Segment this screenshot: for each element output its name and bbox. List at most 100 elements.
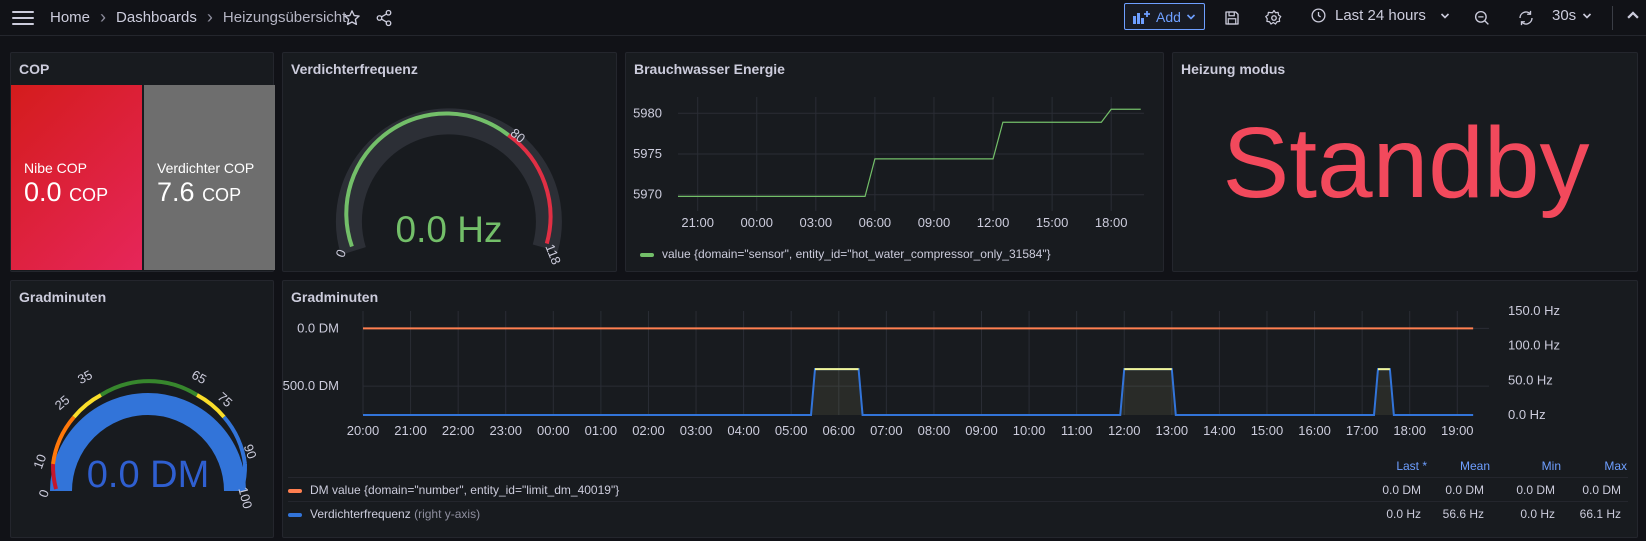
refresh-interval-picker[interactable]: 30s: [1552, 7, 1592, 24]
add-panel-icon: [1133, 10, 1151, 24]
stat-value: 7.6 COP: [157, 177, 242, 207]
legend-row[interactable]: DM value {domain="number", entity_id="li…: [288, 477, 1628, 499]
x-tick-label: 03:00: [680, 423, 713, 438]
legend-label: value {domain="sensor", entity_id="hot_w…: [662, 247, 1051, 261]
y-left-tick-label: -500.0 DM: [283, 378, 339, 393]
legend-header-row: Last * Mean Min Max: [283, 459, 1639, 475]
time-range-label: Last 24 hours: [1335, 7, 1426, 24]
x-tick-label: 01:00: [585, 423, 618, 438]
legend-row[interactable]: Verdichterfrequenz (right y-axis) 0.0 Hz…: [288, 501, 1628, 523]
breadcrumb-home[interactable]: Home: [50, 9, 90, 26]
chevron-down-icon: [1440, 12, 1449, 19]
gauge-value: 0.0 DM: [87, 454, 209, 496]
x-tick-label: 21:00: [681, 215, 714, 230]
legend-value: 0.0 DM: [1445, 483, 1484, 497]
energy-chart: 21:00 00:00 03:00 06:00 09:00 12:00 15:00 18:00…: [633, 97, 1144, 230]
x-tick-label: 13:00: [1156, 423, 1189, 438]
legend-label: Verdichterfrequenz: [310, 507, 411, 521]
gauge-tick: 25: [52, 392, 73, 413]
gear-icon[interactable]: [1262, 6, 1286, 30]
legend-swatch: [288, 512, 302, 517]
zoom-out-icon[interactable]: [1470, 6, 1494, 30]
refresh-icon[interactable]: [1514, 6, 1538, 30]
energy-chart-panel: Brauchwasser Energie 21:00 00:00 03:00 06:0…: [625, 52, 1164, 272]
gauge-tick: 75: [215, 389, 236, 410]
x-tick-label: 12:00: [1108, 423, 1141, 438]
legend-item[interactable]: value {domain="sensor", entity_id="hot_w…: [640, 247, 1051, 261]
add-button[interactable]: Add: [1124, 3, 1205, 30]
x-tick-label: 14:00: [1203, 423, 1236, 438]
legend-swatch: [288, 488, 302, 493]
time-range-picker[interactable]: Last 24 hours: [1310, 7, 1450, 24]
gm-chart: 20:00 21:00 22:00 23:00 00:00 01:00 02:00 03:00…: [283, 303, 1560, 438]
gauge-tick: 0: [35, 487, 52, 499]
x-tick-label: 18:00: [1095, 215, 1128, 230]
breadcrumb-separator: ›: [206, 7, 213, 27]
breadcrumb-dashboards[interactable]: Dashboards: [116, 9, 197, 26]
x-tick-label: 06:00: [859, 215, 892, 230]
x-tick-label: 02:00: [632, 423, 665, 438]
stat-label: Nibe COP: [24, 160, 88, 176]
series-line-freq: [363, 368, 1474, 416]
y-right-tick-label: 150.0 Hz: [1508, 303, 1560, 318]
star-icon[interactable]: [340, 6, 364, 30]
breadcrumb: Home › Dashboards › Heizungsübersicht: [50, 7, 346, 28]
legend-header-min[interactable]: Min: [1542, 459, 1561, 473]
refresh-interval-label: 30s: [1552, 7, 1577, 24]
legend-suffix: (right y-axis): [414, 507, 481, 521]
x-tick-label: 16:00: [1298, 423, 1331, 438]
x-tick-label: 10:00: [1013, 423, 1046, 438]
series-area-freq: [363, 369, 1474, 415]
gauge-tick: 35: [75, 367, 95, 387]
share-icon[interactable]: [372, 6, 396, 30]
legend-value: 66.1 Hz: [1579, 507, 1621, 521]
top-bar: Home › Dashboards › Heizungsübersicht Ad…: [0, 0, 1646, 36]
series-line: [678, 108, 1141, 197]
x-tick-label: 11:00: [1061, 423, 1093, 438]
stat-label: Verdichter COP: [157, 160, 255, 176]
legend-swatch: [640, 252, 654, 257]
x-tick-label: 03:00: [800, 215, 833, 230]
gauge-tick: 10: [30, 452, 49, 471]
y-left-tick-label: 0.0 DM: [297, 320, 339, 335]
x-tick-label: 05:00: [775, 423, 808, 438]
nibe-cop-stat[interactable]: Nibe COP 0.0 COP: [11, 85, 142, 270]
x-tick-label: 15:00: [1036, 215, 1069, 230]
gauge-tick-max: 118: [542, 242, 564, 267]
x-tick-label: 08:00: [918, 423, 951, 438]
x-tick-label: 15:00: [1251, 423, 1284, 438]
x-tick-label: 00:00: [537, 423, 570, 438]
x-tick-label: 04:00: [727, 423, 760, 438]
chevron-down-icon: [1186, 13, 1196, 20]
x-tick-label: 09:00: [918, 215, 951, 230]
x-tick-label: 17:00: [1346, 423, 1379, 438]
y-tick-label: 5975: [633, 146, 662, 161]
menu-icon[interactable]: [12, 8, 34, 28]
legend-label: DM value {domain="number", entity_id="li…: [310, 483, 620, 497]
panel-title: Heizung modus: [1181, 61, 1286, 77]
chevron-up-icon[interactable]: [1626, 8, 1640, 22]
verdichter-cop-stat[interactable]: Verdichter COP 7.6 COP: [144, 85, 275, 270]
legend-header-last[interactable]: Last *: [1396, 459, 1427, 473]
clock-icon: [1311, 8, 1326, 23]
legend-value: 0.0 Hz: [1520, 507, 1555, 521]
legend-header-max[interactable]: Max: [1604, 459, 1627, 473]
legend-header-mean[interactable]: Mean: [1460, 459, 1490, 473]
gauge-threshold-green: [99, 379, 199, 397]
save-icon[interactable]: [1220, 6, 1244, 30]
gauge-tick: 100: [235, 485, 255, 510]
gauge-value: 0.0 Hz: [396, 209, 503, 250]
x-tick-label: 09:00: [965, 423, 998, 438]
panel-title: COP: [19, 61, 50, 77]
y-right-tick-label: 0.0 Hz: [1508, 407, 1546, 422]
cop-panel: COP Nibe COP 0.0 COP Verdichter COP 7.6 …: [10, 52, 275, 272]
stat-value: 0.0 COP: [24, 177, 109, 207]
y-right-tick-label: 50.0 Hz: [1508, 372, 1553, 387]
x-tick-label: 20:00: [347, 423, 380, 438]
x-tick-label: 23:00: [489, 423, 522, 438]
toolbar-divider: [1612, 6, 1613, 30]
gm-gauge: 0 10 25 35 65 75 90 100 0.0 DM: [30, 367, 260, 510]
chevron-down-icon: [1583, 12, 1592, 19]
y-right-tick-label: 100.0 Hz: [1508, 338, 1560, 353]
freq-gauge-panel: Verdichterfrequenz 0 80 118 0.0 Hz: [282, 52, 617, 272]
